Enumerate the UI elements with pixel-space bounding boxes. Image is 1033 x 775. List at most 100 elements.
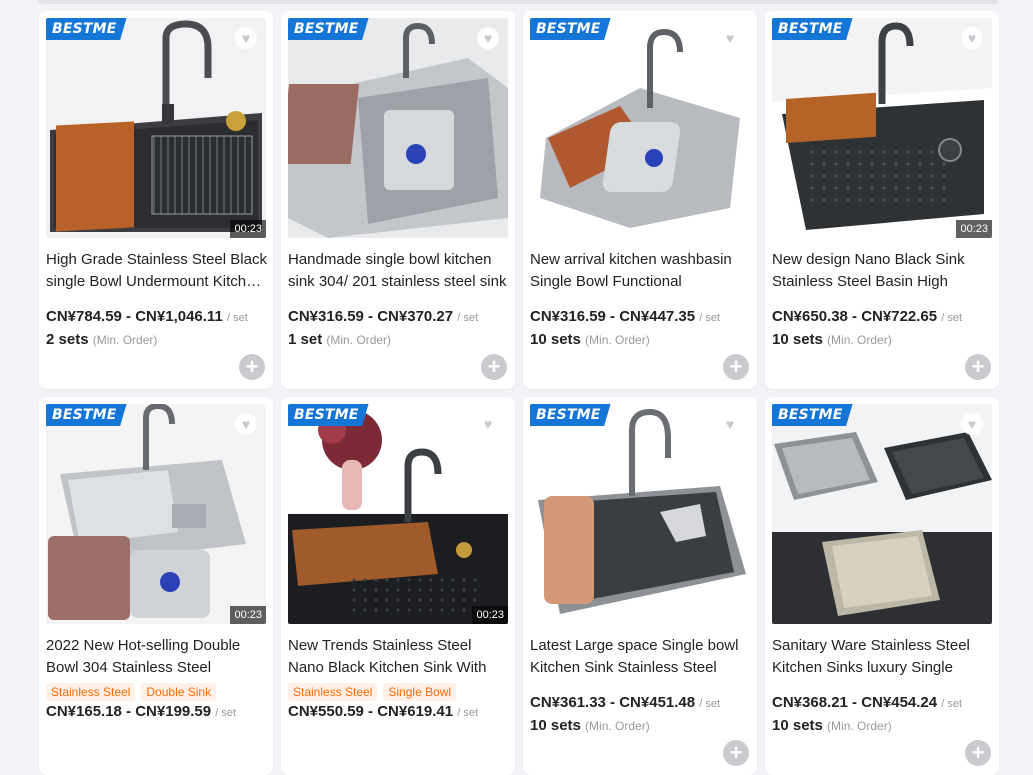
product-card[interactable]: BESTME ♥ New arrival kitchen washbasin S… bbox=[523, 11, 757, 389]
product-card[interactable]: BESTME ♥ 00:23 2022 New Hot-selling Doub… bbox=[39, 397, 273, 775]
product-image[interactable]: BESTME ♥ bbox=[530, 404, 750, 624]
price-unit: / set bbox=[941, 312, 963, 324]
heart-icon[interactable]: ♥ bbox=[719, 413, 741, 435]
heart-icon[interactable]: ♥ bbox=[961, 413, 983, 435]
product-photo bbox=[772, 404, 992, 624]
plus-circle-icon: + bbox=[971, 740, 985, 765]
add-to-compare-button[interactable]: + bbox=[723, 740, 749, 766]
plus-circle-icon: + bbox=[729, 740, 743, 765]
product-photo bbox=[530, 404, 750, 624]
brand-badge: BESTME bbox=[288, 404, 369, 426]
video-duration: 00:23 bbox=[230, 220, 266, 238]
product-card[interactable]: BESTME ♥ 00:23 New design Nano Black Sin… bbox=[765, 11, 999, 389]
price-unit: / set bbox=[457, 312, 479, 324]
product-title[interactable]: 2022 New Hot-selling Double Bowl 304 Sta… bbox=[46, 635, 267, 679]
product-image[interactable]: BESTME ♥ bbox=[772, 404, 992, 624]
plus-circle-icon: + bbox=[729, 354, 743, 379]
price-range: CN¥650.38 - CN¥722.65 bbox=[772, 308, 938, 325]
min-order-label: (Min. Order) bbox=[827, 719, 892, 733]
price: CN¥550.59 - CN¥619.41 / set bbox=[288, 703, 478, 720]
min-order: 10 sets (Min. Order) bbox=[530, 331, 650, 348]
min-order: 10 sets (Min. Order) bbox=[772, 331, 892, 348]
product-title[interactable]: New Trends Stainless Steel Nano Black Ki… bbox=[288, 635, 509, 679]
video-duration: 00:23 bbox=[956, 220, 992, 238]
product-photo bbox=[46, 404, 266, 624]
product-image[interactable]: BESTME ♥ bbox=[288, 18, 508, 238]
heart-icon[interactable]: ♥ bbox=[235, 27, 257, 49]
product-photo bbox=[530, 18, 750, 238]
price-range: CN¥550.59 - CN¥619.41 bbox=[288, 703, 454, 720]
product-card[interactable]: BESTME ♥ 00:23 High Grade Stainless Stee… bbox=[39, 11, 273, 389]
product-image[interactable]: BESTME ♥ 00:23 bbox=[46, 404, 266, 624]
price-unit: / set bbox=[215, 707, 237, 719]
plus-circle-icon: + bbox=[487, 354, 501, 379]
product-card[interactable]: BESTME ♥ Sanitary Ware Stainless Steel K… bbox=[765, 397, 999, 775]
product-tag: Single Bowl bbox=[383, 683, 457, 701]
min-order-label: (Min. Order) bbox=[92, 333, 158, 347]
add-to-compare-button[interactable]: + bbox=[965, 740, 991, 766]
product-title[interactable]: High Grade Stainless Steel Black single … bbox=[46, 249, 267, 293]
min-order-value: 10 sets bbox=[772, 717, 823, 734]
product-title[interactable]: New design Nano Black Sink Stainless Ste… bbox=[772, 249, 993, 293]
price-unit: / set bbox=[226, 312, 248, 324]
product-image[interactable]: BESTME ♥ 00:23 bbox=[46, 18, 266, 238]
brand-badge: BESTME bbox=[530, 404, 611, 426]
price: CN¥316.59 - CN¥370.27 / set bbox=[288, 308, 478, 325]
price: CN¥165.18 - CN¥199.59 / set bbox=[46, 703, 236, 720]
min-order: 10 sets (Min. Order) bbox=[772, 717, 892, 734]
brand-badge: BESTME bbox=[46, 18, 127, 40]
price: CN¥650.38 - CN¥722.65 / set bbox=[772, 308, 962, 325]
product-image[interactable]: BESTME ♥ 00:23 bbox=[772, 18, 992, 238]
add-to-compare-button[interactable]: + bbox=[481, 354, 507, 380]
min-order-value: 1 set bbox=[288, 331, 323, 348]
plus-circle-icon: + bbox=[971, 354, 985, 379]
product-card[interactable]: BESTME ♥ Handmade single bowl kitchen si… bbox=[281, 11, 515, 389]
heart-icon[interactable]: ♥ bbox=[477, 27, 499, 49]
product-photo bbox=[46, 18, 266, 238]
brand-badge: BESTME bbox=[46, 404, 127, 426]
product-tag: Stainless Steel bbox=[46, 683, 136, 701]
price-range: CN¥316.59 - CN¥447.35 bbox=[530, 308, 696, 325]
price: CN¥361.33 - CN¥451.48 / set bbox=[530, 694, 720, 711]
heart-icon[interactable]: ♥ bbox=[477, 413, 499, 435]
product-image[interactable]: BESTME ♥ 00:23 bbox=[288, 404, 508, 624]
price-range: CN¥316.59 - CN¥370.27 bbox=[288, 308, 454, 325]
price-unit: / set bbox=[699, 312, 721, 324]
product-card[interactable]: BESTME ♥ Latest Large space Single bowl … bbox=[523, 397, 757, 775]
product-tag: Double Sink bbox=[141, 683, 217, 701]
price-range: CN¥165.18 - CN¥199.59 bbox=[46, 703, 212, 720]
heart-icon[interactable]: ♥ bbox=[719, 27, 741, 49]
product-tag: Stainless Steel bbox=[288, 683, 378, 701]
price-unit: / set bbox=[457, 707, 479, 719]
min-order-value: 10 sets bbox=[530, 717, 581, 734]
previous-row-edge bbox=[38, 0, 999, 4]
product-title[interactable]: New arrival kitchen washbasin Single Bow… bbox=[530, 249, 751, 293]
price-range: CN¥361.33 - CN¥451.48 bbox=[530, 694, 696, 711]
product-card[interactable]: BESTME ♥ 00:23 New Trends Stainless Stee… bbox=[281, 397, 515, 775]
video-duration: 00:23 bbox=[472, 606, 508, 624]
heart-icon[interactable]: ♥ bbox=[235, 413, 257, 435]
product-photo bbox=[288, 404, 508, 624]
min-order: 1 set (Min. Order) bbox=[288, 331, 391, 348]
product-image[interactable]: BESTME ♥ bbox=[530, 18, 750, 238]
product-title[interactable]: Handmade single bowl kitchen sink 304/ 2… bbox=[288, 249, 509, 293]
min-order-value: 2 sets bbox=[46, 331, 89, 348]
min-order-label: (Min. Order) bbox=[326, 333, 392, 347]
brand-badge: BESTME bbox=[530, 18, 611, 40]
heart-icon[interactable]: ♥ bbox=[961, 27, 983, 49]
min-order-label: (Min. Order) bbox=[585, 719, 650, 733]
min-order-label: (Min. Order) bbox=[827, 333, 892, 347]
min-order-value: 10 sets bbox=[530, 331, 581, 348]
brand-badge: BESTME bbox=[288, 18, 369, 40]
product-title[interactable]: Latest Large space Single bowl Kitchen S… bbox=[530, 635, 751, 679]
product-photo bbox=[288, 18, 508, 238]
add-to-compare-button[interactable]: + bbox=[239, 354, 265, 380]
product-tags: Stainless Steel Single Bowl bbox=[288, 683, 457, 701]
price-unit: / set bbox=[699, 698, 721, 710]
add-to-compare-button[interactable]: + bbox=[723, 354, 749, 380]
min-order: 10 sets (Min. Order) bbox=[530, 717, 650, 734]
add-to-compare-button[interactable]: + bbox=[965, 354, 991, 380]
min-order: 2 sets (Min. Order) bbox=[46, 331, 157, 348]
product-title[interactable]: Sanitary Ware Stainless Steel Kitchen Si… bbox=[772, 635, 993, 679]
min-order-value: 10 sets bbox=[772, 331, 823, 348]
